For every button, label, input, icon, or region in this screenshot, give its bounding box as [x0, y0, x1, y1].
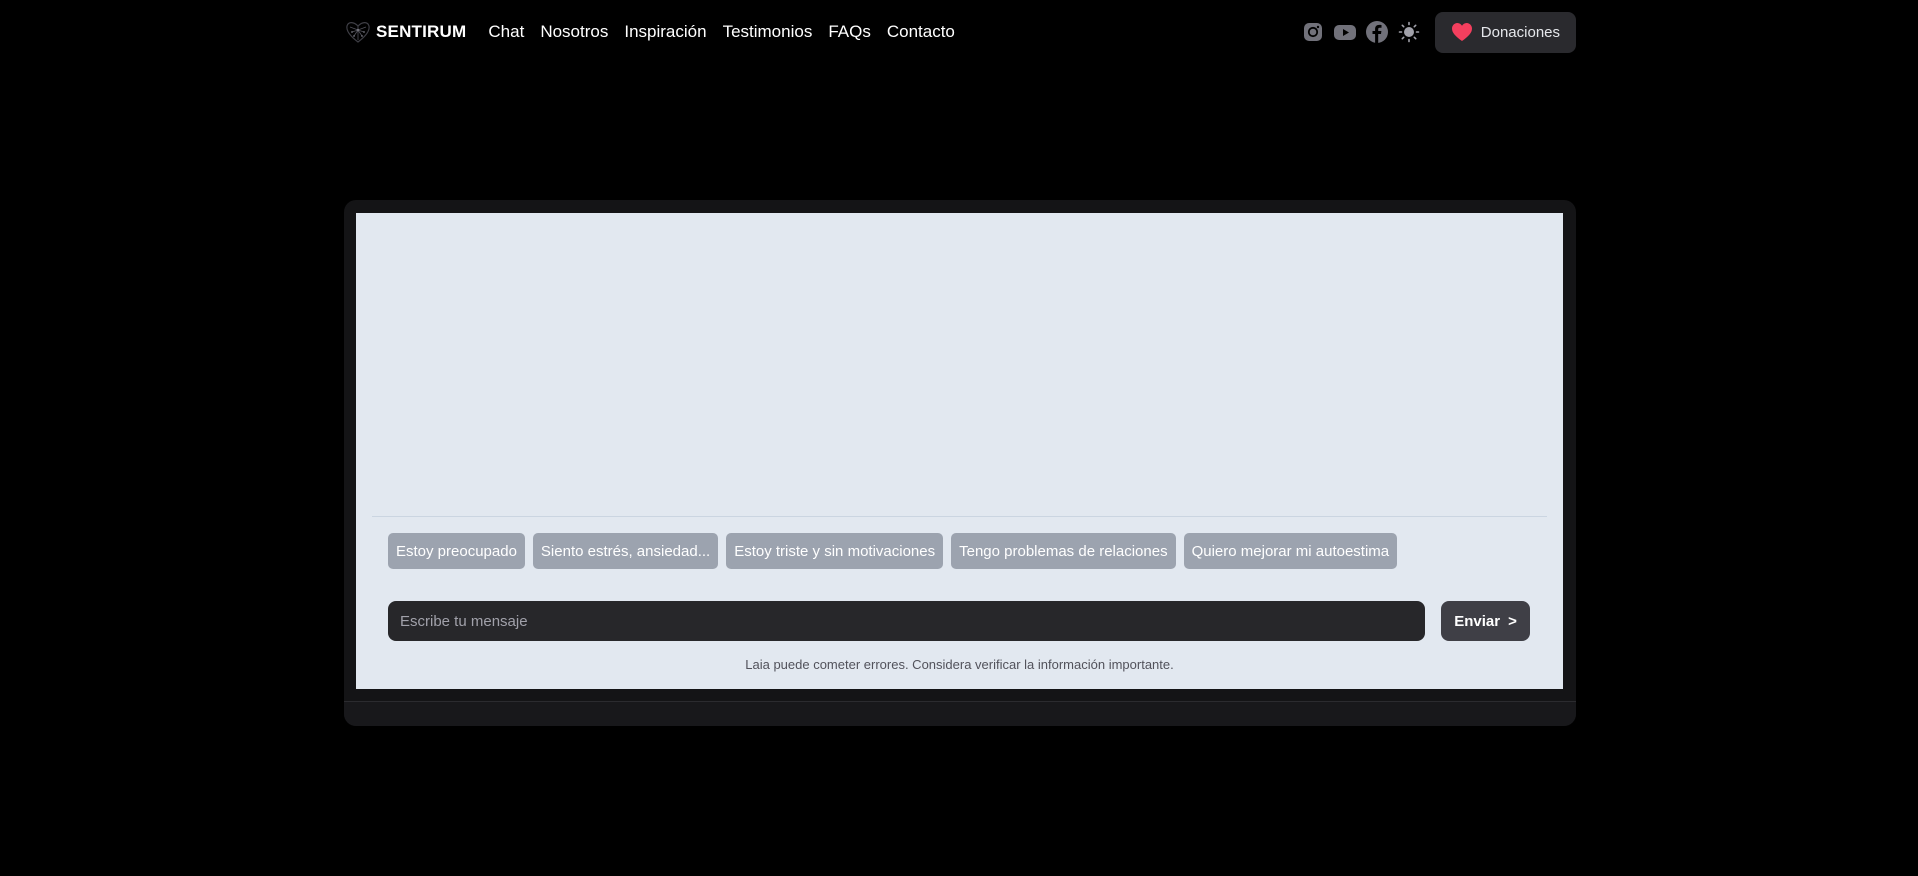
- frame-footer-bar: [344, 701, 1576, 726]
- send-button[interactable]: Enviar >: [1441, 601, 1530, 641]
- facebook-icon[interactable]: [1365, 20, 1389, 44]
- site-header: SENTIRUM Chat Nosotros Inspiración Testi…: [344, 11, 1576, 53]
- nav-item-nosotros[interactable]: Nosotros: [540, 22, 608, 42]
- youtube-icon[interactable]: [1333, 20, 1357, 44]
- suggestion-chip[interactable]: Estoy preocupado: [388, 533, 525, 569]
- heart-mesh-logo-icon: [344, 18, 372, 46]
- instagram-icon[interactable]: [1301, 20, 1325, 44]
- nav-item-chat[interactable]: Chat: [488, 22, 524, 42]
- donate-button[interactable]: Donaciones: [1434, 11, 1576, 53]
- nav-item-testimonios[interactable]: Testimonios: [723, 22, 813, 42]
- message-composer: Enviar >: [388, 601, 1530, 641]
- suggestion-chip[interactable]: Quiero mejorar mi autoestima: [1183, 533, 1398, 569]
- chat-panel: Estoy preocupado Siento estrés, ansiedad…: [356, 213, 1563, 689]
- message-input[interactable]: [388, 601, 1426, 641]
- brand[interactable]: SENTIRUM: [344, 18, 466, 46]
- page: SENTIRUM Chat Nosotros Inspiración Testi…: [0, 0, 1918, 876]
- donate-label: Donaciones: [1480, 23, 1560, 41]
- heart-icon: [1451, 22, 1473, 42]
- nav-item-contacto[interactable]: Contacto: [887, 22, 955, 42]
- suggestion-chip[interactable]: Siento estrés, ansiedad...: [532, 533, 719, 569]
- suggestion-chip[interactable]: Tengo problemas de relaciones: [951, 533, 1176, 569]
- send-arrow-icon: >: [1508, 612, 1517, 630]
- nav-item-faqs[interactable]: FAQs: [828, 22, 871, 42]
- suggestion-chips: Estoy preocupado Siento estrés, ansiedad…: [388, 533, 1405, 569]
- disclaimer-text: Laia puede cometer errores. Considera ve…: [745, 657, 1174, 672]
- send-label: Enviar: [1454, 612, 1501, 630]
- nav-item-inspiracion[interactable]: Inspiración: [624, 22, 706, 42]
- suggestion-chip[interactable]: Estoy triste y sin motivaciones: [726, 533, 944, 569]
- messages-area[interactable]: [372, 213, 1547, 517]
- chat-frame: Estoy preocupado Siento estrés, ansiedad…: [344, 200, 1576, 726]
- header-actions: Donaciones: [1293, 11, 1576, 53]
- social-links: [1293, 20, 1421, 44]
- brand-name: SENTIRUM: [376, 22, 467, 41]
- main-nav: Chat Nosotros Inspiración Testimonios FA…: [488, 22, 971, 42]
- sun-icon[interactable]: [1397, 20, 1421, 44]
